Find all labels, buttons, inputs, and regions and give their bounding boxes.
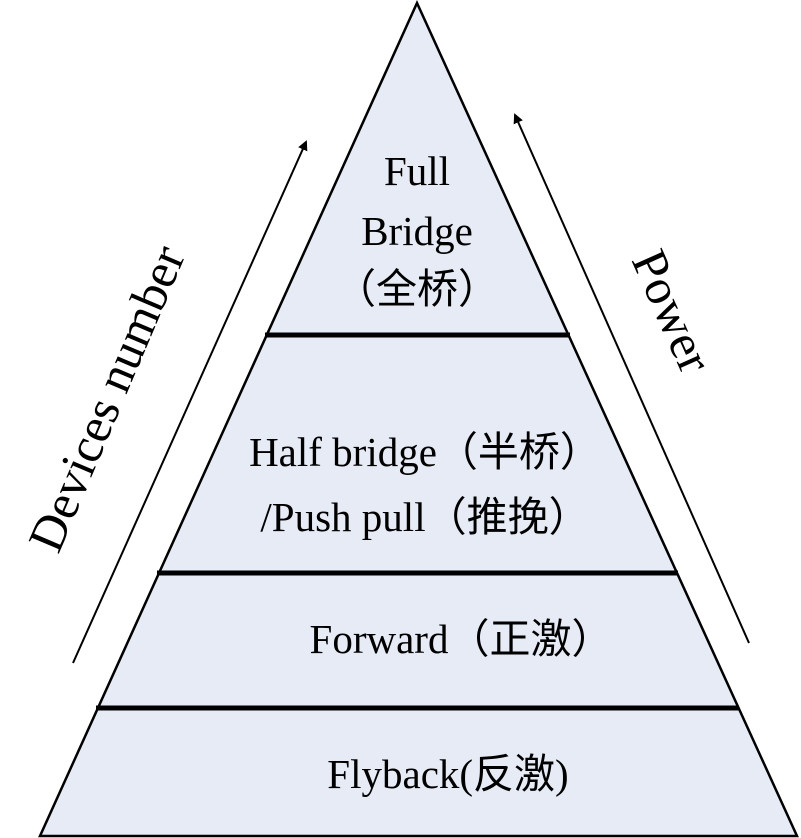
tier-half-bridge-line-1: Half bridge（半桥） [249,429,601,475]
tier-flyback-label: Flyback(反激) [327,751,568,797]
tier-full-bridge-line-3: （全桥） [335,266,499,312]
tier-full-bridge-line-2: Bridge [361,208,473,254]
power-label: Power [621,241,724,381]
tier-half-bridge-line-2: /Push pull（推挽） [260,494,589,540]
pyramid-diagram: Full Bridge （全桥） Half bridge（半桥） /Push p… [17,0,799,838]
pyramid-outline [38,0,799,838]
tier-forward-label: Forward（正激） [310,616,613,662]
tier-full-bridge-line-1: Full [384,148,450,194]
devices-number-label: Devices number [17,237,196,560]
